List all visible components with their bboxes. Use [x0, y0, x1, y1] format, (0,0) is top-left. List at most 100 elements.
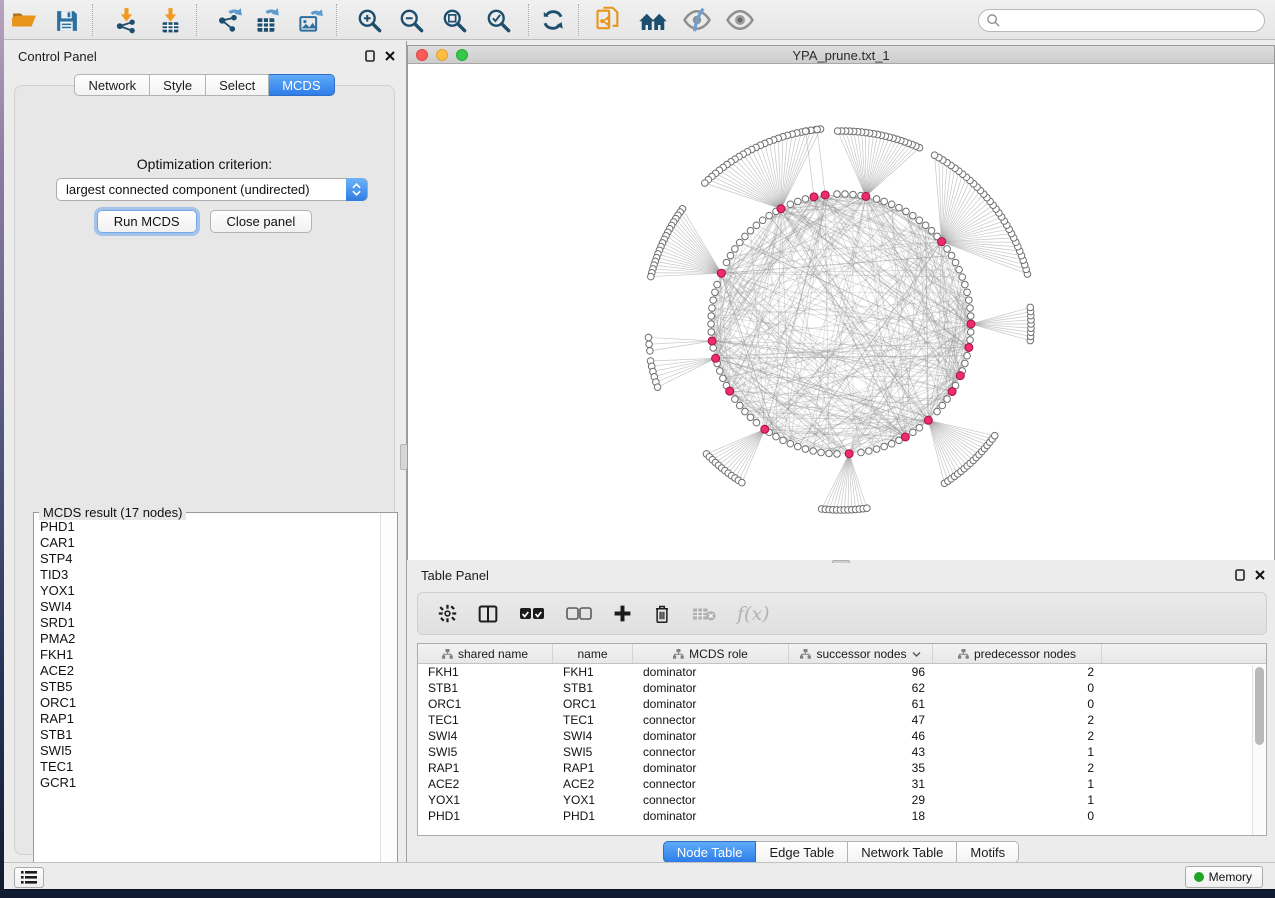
mcds-result-item[interactable]: STP4 — [34, 551, 381, 567]
control-tab-style[interactable]: Style — [150, 74, 206, 96]
memory-label: Memory — [1209, 870, 1252, 884]
table-row[interactable]: FKH1FKH1dominator962 — [418, 664, 1266, 680]
control-tab-mcds[interactable]: MCDS — [269, 74, 334, 96]
table-scrollbar-thumb[interactable] — [1255, 667, 1264, 745]
import-table-icon[interactable] — [153, 3, 187, 37]
control-tab-select[interactable]: Select — [206, 74, 269, 96]
table-tab-edge-table[interactable]: Edge Table — [756, 841, 848, 863]
cell-mcds_role: connector — [633, 776, 789, 792]
deselect-all-icon[interactable] — [566, 607, 592, 621]
mcds-result-item[interactable]: STB5 — [34, 679, 381, 695]
table-row[interactable]: SWI4SWI4dominator462 — [418, 728, 1266, 744]
export-network-icon[interactable] — [212, 3, 246, 37]
mcds-result-item[interactable]: ORC1 — [34, 695, 381, 711]
table-tab-motifs[interactable]: Motifs — [957, 841, 1019, 863]
import-network-icon[interactable] — [109, 3, 143, 37]
cell-successor_nodes: 96 — [789, 664, 933, 680]
cell-shared_name: TEC1 — [418, 712, 553, 728]
control-tab-network[interactable]: Network — [74, 74, 150, 96]
memory-button[interactable]: Memory — [1185, 866, 1263, 888]
first-neighbors-icon[interactable] — [636, 3, 670, 37]
mcds-result-item[interactable]: TID3 — [34, 567, 381, 583]
table-row[interactable]: TEC1TEC1connector472 — [418, 712, 1266, 728]
cell-name: SWI5 — [553, 744, 633, 760]
cell-shared_name: YOX1 — [418, 792, 553, 808]
column-header-predecessor-nodes[interactable]: predecessor nodes — [933, 644, 1102, 663]
table-tab-node-table[interactable]: Node Table — [663, 841, 757, 863]
mcds-result-item[interactable]: FKH1 — [34, 647, 381, 663]
mcds-result-item[interactable]: SWI5 — [34, 743, 381, 759]
cell-mcds_role: dominator — [633, 760, 789, 776]
mcds-list-scrollbar[interactable] — [380, 513, 397, 883]
column-header-successor-nodes[interactable]: successor nodes — [789, 644, 933, 663]
network-titlebar[interactable]: YPA_prune.txt_1 — [408, 46, 1274, 64]
delete-table-icon — [692, 606, 716, 622]
export-table-icon[interactable] — [249, 3, 283, 37]
column-header-shared-name[interactable]: shared name — [418, 644, 553, 663]
cell-predecessor_nodes: 1 — [933, 792, 1102, 808]
close-panel-icon[interactable] — [385, 51, 395, 61]
table-row[interactable]: RAP1RAP1dominator352 — [418, 760, 1266, 776]
float-panel-icon[interactable] — [365, 50, 375, 62]
cell-successor_nodes: 31 — [789, 776, 933, 792]
mcds-result-item[interactable]: SWI4 — [34, 599, 381, 615]
cell-name: YOX1 — [553, 792, 633, 808]
cell-successor_nodes: 29 — [789, 792, 933, 808]
cell-mcds_role: dominator — [633, 808, 789, 824]
table-row[interactable]: PHD1PHD1dominator180 — [418, 808, 1266, 824]
column-header-name[interactable]: name — [553, 644, 633, 663]
table-row[interactable]: ACE2ACE2connector311 — [418, 776, 1266, 792]
cell-shared_name: PHD1 — [418, 808, 553, 824]
close-panel-button[interactable]: Close panel — [210, 210, 313, 233]
close-panel-icon[interactable] — [1255, 570, 1265, 580]
table-settings-icon[interactable] — [438, 604, 457, 623]
table-row[interactable]: STB1STB1dominator620 — [418, 680, 1266, 696]
delete-column-icon[interactable] — [653, 604, 671, 624]
criterion-dropdown[interactable]: largest connected component (undirected) — [56, 178, 368, 201]
hide-selected-icon[interactable] — [680, 3, 714, 37]
zoom-in-icon[interactable] — [352, 3, 386, 37]
export-image-icon[interactable] — [293, 3, 327, 37]
float-panel-icon[interactable] — [1235, 569, 1245, 581]
mcds-result-item[interactable]: GCR1 — [34, 775, 381, 791]
mcds-result-item[interactable]: PMA2 — [34, 631, 381, 647]
show-all-icon[interactable] — [723, 3, 757, 37]
task-history-button[interactable] — [14, 867, 44, 888]
column-header-MCDS-role[interactable]: MCDS role — [633, 644, 789, 663]
save-session-icon[interactable] — [49, 3, 83, 37]
run-mcds-button[interactable]: Run MCDS — [97, 210, 197, 233]
mcds-result-item[interactable]: CAR1 — [34, 535, 381, 551]
network-canvas[interactable] — [408, 65, 1274, 560]
duplicate-network-icon[interactable] — [591, 3, 625, 37]
dropdown-stepper-icon — [346, 178, 367, 201]
mcds-result-item[interactable]: RAP1 — [34, 711, 381, 727]
table-row[interactable]: ORC1ORC1dominator610 — [418, 696, 1266, 712]
zoom-out-icon[interactable] — [394, 3, 428, 37]
network-graph[interactable] — [408, 65, 1274, 560]
refresh-layout-icon[interactable] — [536, 3, 570, 37]
cell-name: ORC1 — [553, 696, 633, 712]
add-column-icon[interactable] — [613, 604, 632, 623]
mcds-result-item[interactable]: SRD1 — [34, 615, 381, 631]
zoom-selected-icon[interactable] — [481, 3, 515, 37]
zoom-fit-icon[interactable] — [437, 3, 471, 37]
mcds-result-item[interactable]: TEC1 — [34, 759, 381, 775]
mcds-result-list[interactable]: PHD1CAR1STP4TID3YOX1SWI4SRD1PMA2FKH1ACE2… — [34, 519, 381, 883]
cell-successor_nodes: 62 — [789, 680, 933, 696]
mcds-result-item[interactable]: PHD1 — [34, 519, 381, 535]
toggle-columns-icon[interactable] — [478, 604, 498, 624]
table-tab-network-table[interactable]: Network Table — [848, 841, 957, 863]
table-scrollbar[interactable] — [1252, 665, 1266, 835]
table-tabs: Node TableEdge TableNetwork TableMotifs — [407, 841, 1275, 863]
select-all-icon[interactable] — [519, 607, 545, 621]
mcds-result-item[interactable]: ACE2 — [34, 663, 381, 679]
mcds-result-item[interactable]: STB1 — [34, 727, 381, 743]
main-toolbar — [4, 0, 1275, 40]
table-row[interactable]: YOX1YOX1connector291 — [418, 792, 1266, 808]
cell-successor_nodes: 18 — [789, 808, 933, 824]
search-input[interactable] — [978, 9, 1265, 32]
open-session-icon[interactable] — [7, 3, 41, 37]
table-row[interactable]: SWI5SWI5connector431 — [418, 744, 1266, 760]
mcds-result-item[interactable]: YOX1 — [34, 583, 381, 599]
status-bar: Memory — [4, 862, 1275, 890]
